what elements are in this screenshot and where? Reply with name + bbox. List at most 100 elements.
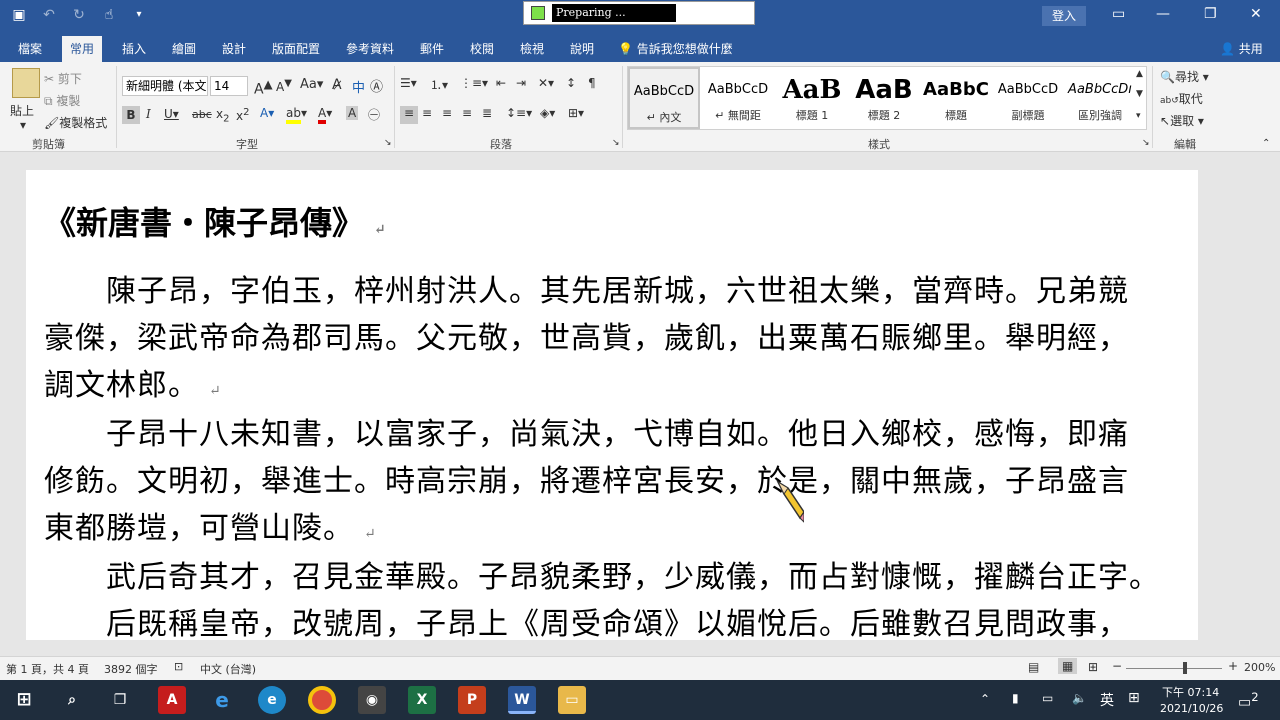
clear-formatting-icon[interactable]: A̷ [332, 77, 342, 93]
align-center-icon[interactable]: ≡ [422, 106, 432, 120]
underline-button[interactable]: U▾ [164, 107, 179, 121]
superscript-button[interactable]: x2 [236, 107, 249, 123]
tab-references[interactable]: 參考資料 [346, 40, 394, 57]
web-layout-icon[interactable]: ⊞ [1088, 660, 1098, 674]
font-size-select[interactable]: 14 [210, 76, 248, 96]
enclose-characters-icon[interactable]: Ⓐ [370, 76, 383, 95]
customize-toolbar-icon[interactable]: ▾ [130, 6, 148, 24]
zoom-out-icon[interactable]: − [1112, 659, 1122, 673]
clock-time[interactable]: 下午 07:14 [1162, 684, 1219, 700]
font-dialog-launcher-icon[interactable]: ↘ [384, 138, 392, 148]
tab-view[interactable]: 檢視 [520, 40, 544, 57]
paragraph-dialog-launcher-icon[interactable]: ↘ [612, 138, 620, 148]
phonetic-guide-icon[interactable]: 中 [352, 77, 365, 96]
tab-insert[interactable]: 插入 [122, 40, 146, 57]
ribbon-display-options-icon[interactable]: ▭ [1112, 6, 1125, 22]
zoom-in-icon[interactable]: + [1228, 659, 1238, 673]
read-mode-icon[interactable]: ▤ [1028, 660, 1039, 674]
zoom-slider[interactable] [1126, 668, 1222, 669]
change-case-icon[interactable]: Aa▾ [300, 77, 323, 92]
acrobat-icon[interactable]: A [158, 686, 186, 714]
minimize-button[interactable]: — [1156, 6, 1170, 22]
highlight-color-icon[interactable]: ab▾ [286, 106, 307, 124]
replace-button[interactable]: ab↺取代 [1160, 90, 1203, 107]
copy-button[interactable]: ⧉ 複製 [44, 92, 80, 109]
tab-review[interactable]: 校閱 [470, 40, 494, 57]
close-button[interactable]: ✕ [1250, 6, 1262, 22]
print-layout-icon[interactable]: ▦ [1058, 658, 1078, 674]
tab-help[interactable]: 說明 [570, 40, 594, 57]
select-button[interactable]: ↖選取 ▾ [1160, 112, 1204, 129]
style-no-spacing[interactable]: AaBbCcD ↵ 無間距 [702, 67, 774, 129]
tab-layout[interactable]: 版面配置 [272, 40, 320, 57]
word-icon[interactable]: W [508, 686, 536, 714]
edge-icon[interactable]: e [258, 686, 286, 714]
page-count[interactable]: 第 1 頁，共 4 頁 [6, 661, 89, 677]
character-shading-icon[interactable]: A [346, 106, 359, 120]
cut-button[interactable]: ✂ 剪下 [44, 70, 82, 87]
styles-scroll-up-icon[interactable]: ▲ [1136, 69, 1143, 79]
enclose-char-icon[interactable]: ㊀ [368, 106, 380, 123]
input-method-indicator[interactable]: 英 [1100, 690, 1114, 710]
paste-icon[interactable] [12, 68, 40, 98]
shading-icon[interactable]: ◈▾ [540, 106, 555, 120]
increase-indent-icon[interactable]: ⇥ [516, 76, 526, 90]
tab-draw[interactable]: 繪圖 [172, 40, 196, 57]
task-view-icon[interactable]: ❐ [106, 686, 134, 714]
find-button[interactable]: 🔍尋找 ▾ [1160, 68, 1209, 85]
tab-mailings[interactable]: 郵件 [420, 40, 444, 57]
tab-home[interactable]: 常用 [62, 36, 103, 62]
volume-icon[interactable]: 🔈 [1072, 691, 1087, 705]
borders-icon[interactable]: ⊞▾ [568, 106, 584, 120]
decrease-indent-icon[interactable]: ⇤ [496, 76, 506, 90]
paste-options-chevron-icon[interactable]: ▾ [20, 118, 26, 132]
styles-more-icon[interactable]: ▾ [1136, 111, 1141, 121]
shrink-font-icon[interactable]: A▼ [276, 78, 292, 94]
excel-icon[interactable]: X [408, 686, 436, 714]
media-app-icon[interactable]: ◉ [358, 686, 386, 714]
restore-button[interactable]: ❐ [1204, 6, 1217, 22]
style-heading-2[interactable]: AaB 標題 2 [848, 67, 920, 129]
language-indicator[interactable]: 中文 (台灣) [200, 661, 256, 677]
clock-date[interactable]: 2021/10/26 [1160, 702, 1223, 715]
zoom-level[interactable]: 200% [1244, 661, 1275, 674]
sort-icon[interactable]: ↕ [566, 76, 576, 90]
internet-explorer-icon[interactable]: e [208, 686, 236, 714]
collapse-ribbon-icon[interactable]: ⌃ [1262, 138, 1270, 149]
ime-mode-icon[interactable]: ⊞ [1128, 690, 1140, 706]
share-button[interactable]: 👤 共用 [1220, 40, 1263, 57]
align-right-icon[interactable]: ≡ [442, 106, 452, 120]
proofing-icon[interactable]: ⊡ [174, 660, 183, 673]
format-painter-button[interactable]: 🖌複製格式 [44, 114, 107, 131]
bullets-icon[interactable]: ☰▾ [400, 76, 417, 90]
zoom-slider-thumb[interactable] [1183, 662, 1187, 674]
file-explorer-icon[interactable]: ▭ [558, 686, 586, 714]
font-name-select[interactable]: 新細明體 (本文 [122, 76, 208, 96]
italic-button[interactable]: I [146, 107, 151, 121]
document-page[interactable]: 《新唐書・陳子昂傳》 ↵ 陳子昂，字伯玉，梓州射洪人。其先居新城，六世祖太樂，當齊… [26, 170, 1198, 640]
powerpoint-icon[interactable]: P [458, 686, 486, 714]
line-spacing-icon[interactable]: ↕≡▾ [506, 106, 532, 120]
paste-button[interactable]: 貼上 [10, 102, 34, 119]
grow-font-icon[interactable]: A▲ [254, 77, 273, 98]
signin-button[interactable]: 登入 [1042, 6, 1086, 26]
touch-mode-icon[interactable]: ☝ [100, 6, 118, 24]
chinese-layout-icon[interactable]: ✕▾ [538, 76, 554, 90]
windows-start-icon[interactable]: ⊞ [10, 686, 38, 714]
style-subtle-emphasis[interactable]: AaBbCcDı 區別強調 [1064, 67, 1136, 129]
show-hidden-icons-chevron-icon[interactable]: ⌃ [980, 692, 990, 706]
save-icon[interactable]: ▣ [10, 6, 28, 24]
network-icon[interactable]: ▭ [1042, 691, 1053, 705]
action-center-icon[interactable]: ▭2 [1238, 690, 1259, 711]
align-left-icon[interactable]: ≡ [400, 106, 418, 124]
distributed-icon[interactable]: ≣ [482, 106, 492, 120]
text-effects-icon[interactable]: A▾ [260, 106, 274, 120]
microphone-icon[interactable]: ▮ [1012, 691, 1019, 705]
undo-icon[interactable]: ↶ [40, 6, 58, 24]
word-count[interactable]: 3892 個字 [104, 661, 158, 677]
tab-design[interactable]: 設計 [222, 40, 246, 57]
styles-dialog-launcher-icon[interactable]: ↘ [1142, 138, 1150, 148]
style-normal[interactable]: AaBbCcD ↵ 內文 [628, 67, 700, 129]
chrome-icon[interactable] [308, 686, 336, 714]
redo-icon[interactable]: ↻ [70, 6, 88, 24]
